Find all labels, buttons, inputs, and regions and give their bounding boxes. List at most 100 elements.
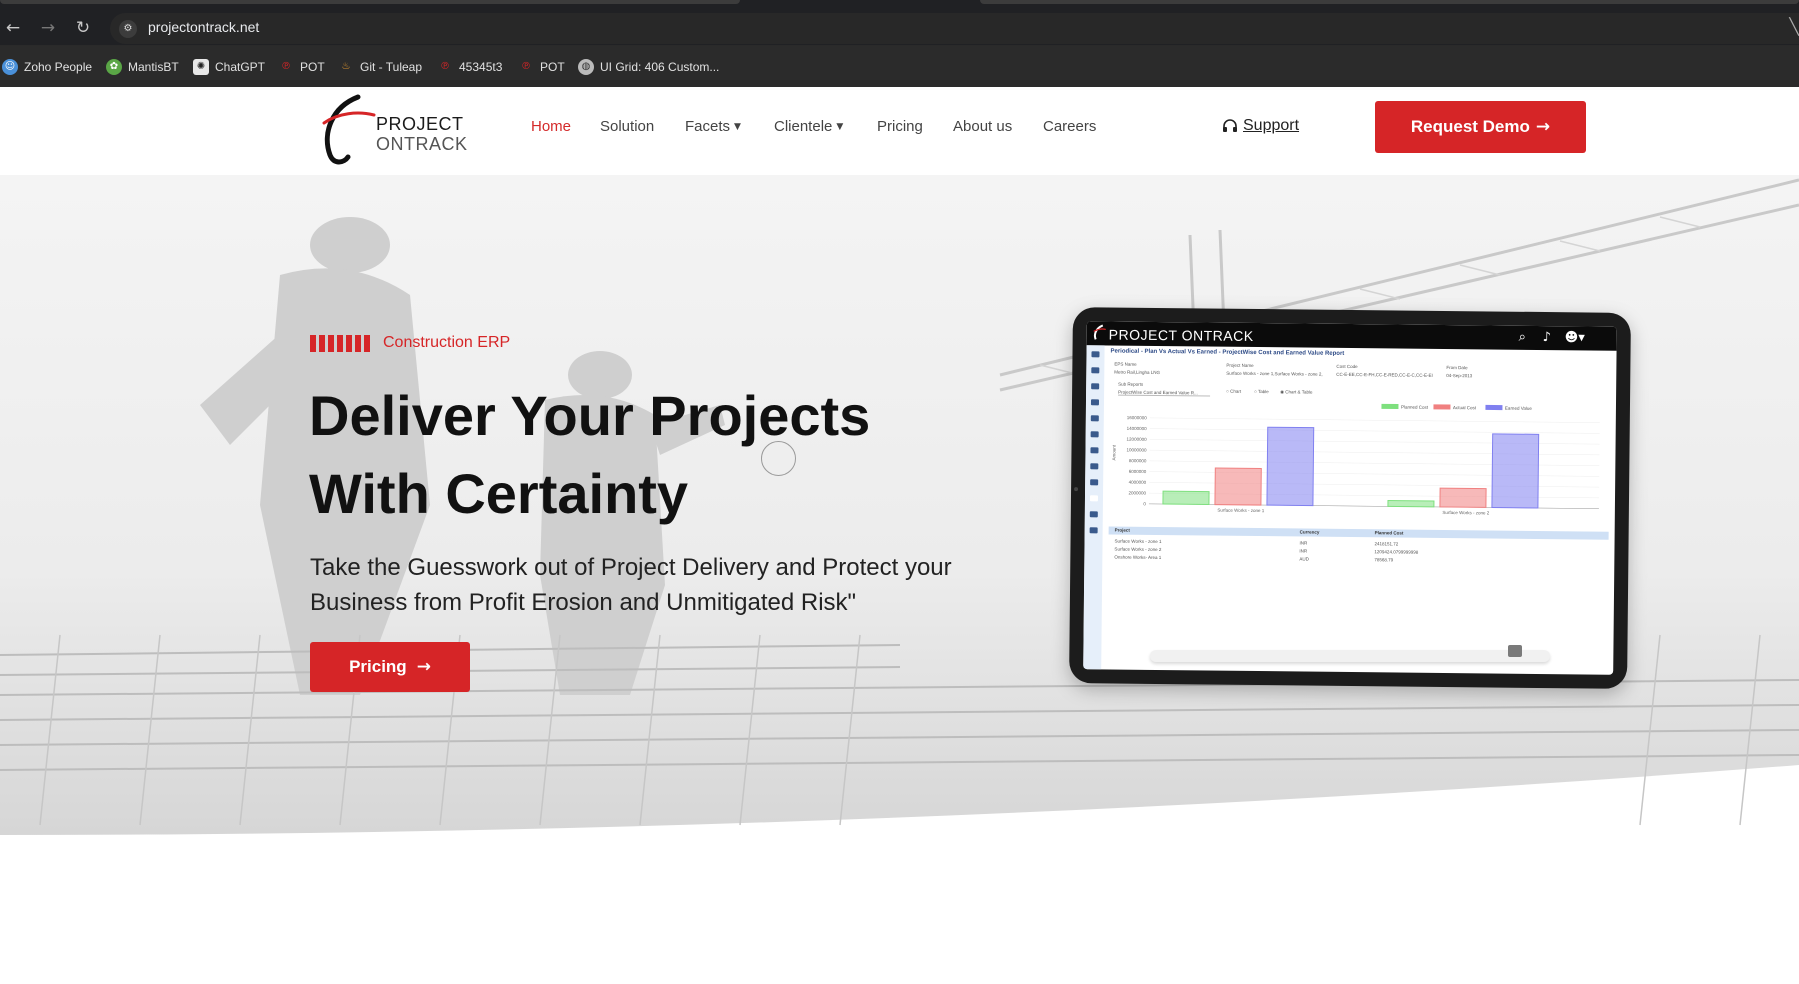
site-settings-icon[interactable]: ⚙ [119,20,137,38]
table-col-currency: Currency [1299,529,1320,535]
view-option-chart-table[interactable]: ◉ Chart & Table [1280,389,1312,395]
pricing-cta-button[interactable]: Pricing → [310,642,470,692]
report-title: Periodical - Plan Vs Actual Vs Earned - … [1110,348,1345,357]
chart-bar [1162,490,1210,506]
tablet-camera [1074,487,1079,492]
bookmark-45345t3[interactable]: ℗ 45345t3 [437,58,502,76]
app-brand: PROJECT ONTRACK [1108,326,1254,344]
chart-bar [1387,499,1435,508]
back-icon[interactable]: ← [2,17,24,39]
support-label: Support [1243,117,1300,134]
headset-icon [1223,119,1237,132]
chart-y-tick-label: 14000000 [1127,426,1148,431]
arrow-right-icon: → [416,657,431,677]
hero-subtitle: Take the Guesswork out of Project Delive… [310,550,1030,620]
bookmark-ui-grid[interactable]: ◍ UI Grid: 406 Custom... [578,58,719,76]
table-cell: INR [1299,540,1308,546]
bookmark-chatgpt[interactable]: ✺ ChatGPT [193,58,265,76]
bookmark-pot-2[interactable]: ℗ POT [518,58,565,76]
nav-careers[interactable]: Careers [1043,118,1096,135]
hero-subtitle-line-1: Take the Guesswork out of Project Delive… [310,554,952,581]
table-cell: 78568.79 [1374,557,1394,563]
bookmark-label: POT [300,60,325,74]
reload-icon[interactable]: ↻ [72,17,94,39]
nav-pricing[interactable]: Pricing [877,118,923,135]
view-option-label: Table [1257,389,1269,395]
chart-x-tick-label: Surface Works - zone 2 [1442,510,1489,515]
pricing-cta-label: Pricing [349,657,407,676]
chart-y-tick-label: 12000000 [1127,437,1148,442]
filter-label: Project Name [1226,362,1254,368]
nav-about-us[interactable]: About us [953,118,1012,135]
view-option-label: Chart & Table [1285,389,1313,395]
chart-legend-swatch [1485,404,1503,411]
site-logo[interactable]: PROJECT ONTRACK [318,93,470,171]
forward-icon[interactable]: → [37,17,59,39]
view-option-table[interactable]: ○ Table [1254,389,1269,394]
nav-home[interactable]: Home [531,118,571,135]
view-option-chart[interactable]: ○ Chart [1226,389,1241,394]
browser-toolbar: ← → ↻ ⚙ projectontrack.net ╲ [0,10,1799,46]
nav-clientele[interactable]: Clientele ▼ [774,118,843,135]
filter-value: 04-Sep-2013 [1446,373,1473,379]
chart-bar [1491,433,1540,509]
bookmark-pot[interactable]: ℗ POT [278,58,325,76]
chart-legend-label: Earned Value [1505,406,1532,411]
table-col-project: Project [1114,527,1130,533]
hero-subtitle-line-2: Business from Profit Erosion and Unmitig… [310,589,857,616]
bookmark-label: UI Grid: 406 Custom... [600,60,720,74]
address-bar[interactable]: ⚙ projectontrack.net ╲ [110,13,1799,44]
bookmark-zoho-people[interactable]: ☺ Zoho People [2,58,92,76]
table-cell: Surface Works - zone 2 [1114,546,1162,553]
table-cell: INR [1299,548,1308,554]
bookmark-git-tuleap[interactable]: ♨ Git - Tuleap [338,58,423,76]
filter-value: Metro Rail,Lingha LNG [1114,369,1161,376]
bell-icon: ♪ [1542,330,1552,346]
chart-y-tick-label: 8000000 [1129,458,1147,463]
table-cell: AUD [1299,556,1309,562]
sub-report-label: Sub Reports [1118,381,1144,387]
chart-gridline [1149,417,1600,423]
chart-y-tick-label: 6000000 [1129,469,1147,474]
search-icon: ⌕ [1518,329,1527,345]
chart-y-tick-label: 0 [1143,501,1146,506]
address-url[interactable]: projectontrack.net [148,19,259,35]
filter-value: Surface Works - zone 1,Surface Works - z… [1226,370,1323,377]
nav-facets-label: Facets [685,118,731,135]
tab-bar-segment[interactable] [0,0,740,4]
stylus-pencil [1150,650,1550,662]
hero-eyebrow: Construction ERP [310,334,510,352]
zoho-icon: ☺ [2,59,18,75]
mouse-cursor-indicator [761,441,796,476]
pot-icon: ℗ [281,61,291,72]
hero-title-line-2: With Certainty [309,462,689,525]
hero-title-line-1: Deliver Your Projects [309,384,871,447]
table-cell: 1209424.0799999998 [1374,549,1419,555]
chevron-down-icon: ▼ [734,122,741,132]
report-table-header [1108,526,1609,540]
tablet-mockup: PROJECT ONTRACK ⌕ ♪ ☻▾ Periodical - Plan… [1069,307,1631,689]
chart-legend-label: Actual Cost [1453,405,1477,410]
chart-y-tick-label: 10000000 [1126,447,1147,452]
chart-gridline [1149,428,1600,434]
request-demo-button[interactable]: Request Demo → [1375,101,1586,153]
nav-facets[interactable]: Facets ▼ [685,118,741,135]
tab-strip [0,0,1799,10]
bookmark-label: MantisBT [128,60,179,74]
app-logo-icon [1093,324,1106,340]
request-demo-label: Request Demo [1410,117,1530,136]
logo-line-1: PROJECT [376,114,464,134]
bookmark-label: 45345t3 [459,60,503,74]
logo-line-2: ONTRACK [376,134,468,154]
arrow-right-icon: → [1535,117,1551,137]
toolbar-overflow-icon[interactable]: ╲ [1789,17,1799,37]
bookmark-mantisbt[interactable]: ✿ MantisBT [106,58,179,76]
bookmark-label: ChatGPT [215,60,266,74]
chart-bar [1266,426,1315,507]
bookmark-label: Zoho People [24,60,93,74]
tab-bar-segment[interactable] [980,0,1799,4]
stylus-clip [1508,645,1522,657]
support-link[interactable]: Support [1222,117,1299,135]
nav-solution[interactable]: Solution [600,118,654,135]
bookmark-label: Git - Tuleap [360,60,423,74]
